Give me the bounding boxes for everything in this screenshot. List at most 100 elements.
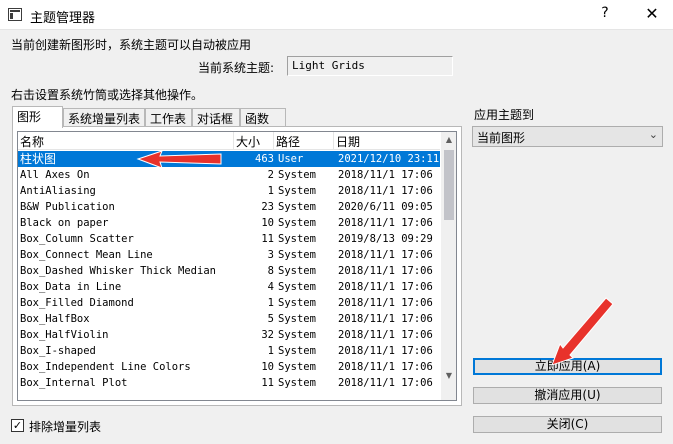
- undo-apply-button[interactable]: 撤消应用(U): [473, 387, 662, 404]
- cell-date: 2018/11/1 17:06: [338, 329, 433, 341]
- cell-path: System: [278, 233, 316, 245]
- cell-size: 5: [267, 313, 274, 325]
- cell-size: 32: [261, 329, 274, 341]
- cell-date: 2018/11/1 17:06: [338, 345, 433, 357]
- cell-path: System: [278, 361, 316, 373]
- window-title: 主题管理器: [30, 11, 96, 26]
- cell-size: 4: [267, 281, 274, 293]
- cell-size: 2: [267, 169, 274, 181]
- cell-path: System: [278, 217, 316, 229]
- scroll-down-icon[interactable]: ▼: [441, 368, 456, 384]
- table-row[interactable]: Box_HalfViolin 32 System 2018/11/1 17:06: [18, 327, 440, 343]
- table-row[interactable]: Box_Internal Plot 11 System 2018/11/1 17:06: [18, 375, 440, 391]
- cell-path: System: [278, 281, 316, 293]
- scroll-up-icon[interactable]: ▲: [441, 132, 456, 148]
- column-header-date[interactable]: 日期: [334, 132, 440, 150]
- column-header-size[interactable]: 大小: [234, 132, 274, 150]
- column-header-name[interactable]: 名称: [18, 132, 234, 150]
- tab-worksheet[interactable]: 工作表: [145, 108, 192, 127]
- cell-path: System: [278, 249, 316, 261]
- apply-to-label: 应用主题到: [474, 108, 535, 122]
- cell-path: System: [278, 201, 316, 213]
- tab-function[interactable]: 函数: [240, 108, 286, 127]
- table-row[interactable]: Box_Independent Line Colors 10 System 2018/…: [18, 359, 440, 375]
- cell-date: 2019/8/13 09:29: [338, 233, 433, 245]
- cell-size: 11: [261, 233, 274, 245]
- table-row[interactable]: Box_Connect Mean Line 3 System 2018/11/1 17…: [18, 247, 440, 263]
- tab-dialog[interactable]: 对话框: [192, 108, 240, 127]
- cell-name: Box_I-shaped: [20, 345, 96, 357]
- cell-size: 463: [255, 153, 274, 165]
- exclude-increment-label: 排除增量列表: [29, 420, 102, 434]
- close-button[interactable]: 关闭(C): [473, 416, 662, 433]
- instruction-text: 右击设置系统竹筒或选择其他操作。: [11, 88, 204, 102]
- tab-graph[interactable]: 图形: [12, 106, 63, 128]
- cell-name: 柱状图: [20, 152, 57, 166]
- cell-size: 1: [267, 297, 274, 309]
- table-row[interactable]: 柱状图 463 User 2021/12/10 23:11: [18, 151, 440, 167]
- table-row[interactable]: Box_HalfBox 5 System 2018/11/1 17:06: [18, 311, 440, 327]
- close-window-button[interactable]: ✕: [640, 4, 664, 26]
- cell-name: Box_Connect Mean Line: [20, 249, 153, 261]
- table-row[interactable]: Black on paper 10 System 2018/11/1 17:06: [18, 215, 440, 231]
- cell-date: 2021/12/10 23:11: [338, 153, 440, 165]
- cell-name: AntiAliasing: [20, 185, 96, 197]
- apply-to-selected: 当前图形: [477, 131, 526, 145]
- table-row[interactable]: All Axes On 2 System 2018/11/1 17:06: [18, 167, 440, 183]
- cell-path: System: [278, 313, 316, 325]
- apply-to-dropdown[interactable]: 当前图形 ⌄: [472, 126, 663, 147]
- cell-path: System: [278, 377, 316, 389]
- cell-date: 2018/11/1 17:06: [338, 361, 433, 373]
- cell-date: 2020/6/11 09:05: [338, 201, 433, 213]
- table-row[interactable]: Box_Column Scatter 11 System 2019/8/13 09:2…: [18, 231, 440, 247]
- cell-name: Box_Column Scatter: [20, 233, 134, 245]
- apply-now-button[interactable]: 立即应用(A): [473, 358, 662, 375]
- cell-date: 2018/11/1 17:06: [338, 265, 433, 277]
- table-row[interactable]: Box_Data in Line 4 System 2018/11/1 17:06: [18, 279, 440, 295]
- cell-date: 2018/11/1 17:06: [338, 249, 433, 261]
- table-row[interactable]: AntiAliasing 1 System 2018/11/1 17:06: [18, 183, 440, 199]
- cell-size: 10: [261, 217, 274, 229]
- theme-list[interactable]: 名称 大小 路径 日期 柱状图 463 User 2021/12/10 23:11 Al…: [17, 131, 457, 401]
- cell-name: Box_Data in Line: [20, 281, 122, 293]
- table-row[interactable]: Box_I-shaped 1 System 2018/11/1 17:06: [18, 343, 440, 359]
- cell-date: 2018/11/1 17:06: [338, 297, 433, 309]
- cell-size: 10: [261, 361, 274, 373]
- tab-system-increment-list[interactable]: 系统增量列表: [63, 108, 145, 127]
- cell-name: Box_Dashed Whisker Thick Median: [20, 265, 216, 277]
- cell-path: System: [278, 329, 316, 341]
- cell-date: 2018/11/1 17:06: [338, 217, 433, 229]
- exclude-increment-checkbox[interactable]: ✓: [11, 419, 24, 432]
- list-header: 名称 大小 路径 日期: [18, 132, 440, 150]
- description-text: 当前创建新图形时，系统主题可以自动被应用: [11, 38, 252, 52]
- cell-path: System: [278, 265, 316, 277]
- cell-name: B&W Publication: [20, 201, 115, 213]
- cell-path: System: [278, 185, 316, 197]
- table-row[interactable]: Box_Dashed Whisker Thick Median 8 System 20…: [18, 263, 440, 279]
- list-rows: 柱状图 463 User 2021/12/10 23:11 All Axes On 2 Sy…: [18, 151, 440, 391]
- scroll-thumb[interactable]: [444, 150, 454, 220]
- cell-name: Black on paper: [20, 217, 109, 229]
- table-row[interactable]: Box_Filled Diamond 1 System 2018/11/1 17:06: [18, 295, 440, 311]
- cell-size: 11: [261, 377, 274, 389]
- arrow-to-apply-button: [551, 297, 614, 366]
- cell-name: Box_HalfBox: [20, 313, 90, 325]
- cell-size: 23: [261, 201, 274, 213]
- cell-size: 8: [267, 265, 274, 277]
- cell-name: Box_Independent Line Colors: [20, 361, 191, 373]
- cell-date: 2018/11/1 17:06: [338, 281, 433, 293]
- help-button[interactable]: ?: [596, 5, 614, 25]
- table-row[interactable]: B&W Publication 23 System 2020/6/11 09:05: [18, 199, 440, 215]
- cell-date: 2018/11/1 17:06: [338, 169, 433, 181]
- current-theme-label: 当前系统主题:: [198, 61, 275, 75]
- cell-date: 2018/11/1 17:06: [338, 377, 433, 389]
- vertical-scrollbar[interactable]: ▲ ▼: [441, 132, 456, 400]
- cell-name: Box_HalfViolin: [20, 329, 109, 341]
- title-bar: 主题管理器 ? ✕: [0, 0, 673, 30]
- cell-date: 2018/11/1 17:06: [338, 313, 433, 325]
- current-theme-field: Light Grids: [287, 56, 453, 76]
- column-header-path[interactable]: 路径: [274, 132, 334, 150]
- cell-path: User: [278, 153, 304, 165]
- cell-name: Box_Internal Plot: [20, 377, 128, 389]
- cell-path: System: [278, 169, 316, 181]
